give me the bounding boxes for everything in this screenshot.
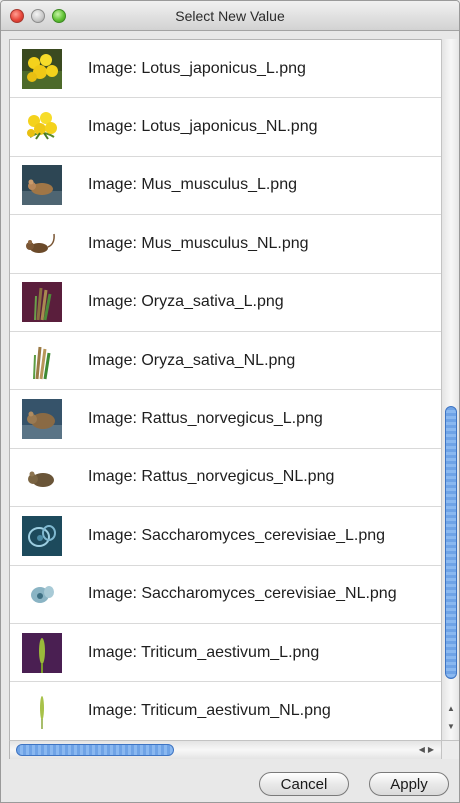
yeast-cell-icon — [22, 515, 62, 556]
lotus-flower-icon — [22, 48, 62, 89]
list-item-label: Image: Lotus_japonicus_NL.png — [88, 118, 318, 136]
list-item[interactable]: Image: Triticum_aestivum_NL.png — [10, 682, 441, 740]
list-item[interactable]: Image: Oryza_sativa_NL.png — [10, 332, 441, 391]
list-item-label: Image: Mus_musculus_L.png — [88, 176, 297, 194]
list-item[interactable]: Image: Triticum_aestivum_L.png — [10, 624, 441, 683]
list-item[interactable]: Image: Rattus_norvegicus_L.png — [10, 390, 441, 449]
list-item[interactable]: Image: Mus_musculus_NL.png — [10, 215, 441, 274]
window-title: Select New Value — [175, 8, 285, 24]
list-item[interactable]: Image: Lotus_japonicus_L.png — [10, 40, 441, 99]
rat-icon — [22, 399, 62, 440]
list-item[interactable]: Image: Lotus_japonicus_NL.png — [10, 98, 441, 157]
rat-icon — [22, 457, 62, 497]
list-item-label: Image: Mus_musculus_NL.png — [88, 234, 309, 252]
title-bar: Select New Value — [1, 1, 459, 31]
rice-plant-icon — [22, 282, 62, 323]
vertical-scrollbar[interactable]: ▲ ▼ — [441, 39, 459, 740]
list-item-label: Image: Rattus_norvegicus_NL.png — [88, 468, 335, 486]
select-value-dialog: Select New Value Image: Lotus_japonicus_… — [0, 0, 460, 803]
list-item-label: Image: Saccharomyces_cerevisiae_L.png — [88, 526, 386, 544]
list-item[interactable]: Image: Saccharomyces_cerevisiae_NL.png — [10, 566, 441, 624]
cancel-button[interactable]: Cancel — [259, 772, 349, 796]
list-item-label: Image: Triticum_aestivum_NL.png — [88, 701, 331, 719]
lotus-flower-icon — [22, 107, 62, 147]
list-item[interactable]: Image: Rattus_norvegicus_NL.png — [10, 449, 441, 508]
horizontal-scrollbar[interactable]: ◀▶ — [9, 740, 441, 759]
list-item[interactable]: Image: Oryza_sativa_L.png — [10, 274, 441, 332]
horizontal-scroll-thumb[interactable] — [16, 744, 174, 756]
wheat-icon — [22, 691, 62, 731]
list-item-label: Image: Oryza_sativa_L.png — [88, 293, 284, 311]
list-item[interactable]: Image: Mus_musculus_L.png — [10, 157, 441, 216]
list-item-label: Image: Triticum_aestivum_L.png — [88, 643, 320, 661]
list-item-label: Image: Oryza_sativa_NL.png — [88, 351, 296, 369]
vertical-scroll-thumb[interactable] — [445, 406, 457, 679]
mouse-icon — [22, 165, 62, 206]
rice-plant-icon — [22, 341, 62, 381]
list-item-label: Image: Lotus_japonicus_L.png — [88, 59, 306, 77]
list-item[interactable]: Image: Saccharomyces_cerevisiae_L.png — [10, 507, 441, 566]
scroll-up-arrow-icon[interactable]: ▲ — [442, 701, 459, 717]
scroll-corner — [441, 740, 459, 759]
list-item-label: Image: Rattus_norvegicus_L.png — [88, 410, 323, 428]
wheat-icon — [22, 632, 62, 673]
scroll-left-right-arrows-icon[interactable]: ◀▶ — [419, 742, 437, 758]
image-value-list: Image: Lotus_japonicus_L.png Image: Lotu… — [9, 39, 441, 740]
yeast-cell-icon — [22, 574, 62, 614]
scroll-down-arrow-icon[interactable]: ▼ — [442, 719, 459, 735]
list-item-label: Image: Saccharomyces_cerevisiae_NL.png — [88, 585, 397, 603]
mouse-icon — [22, 224, 62, 264]
apply-button[interactable]: Apply — [369, 772, 449, 796]
